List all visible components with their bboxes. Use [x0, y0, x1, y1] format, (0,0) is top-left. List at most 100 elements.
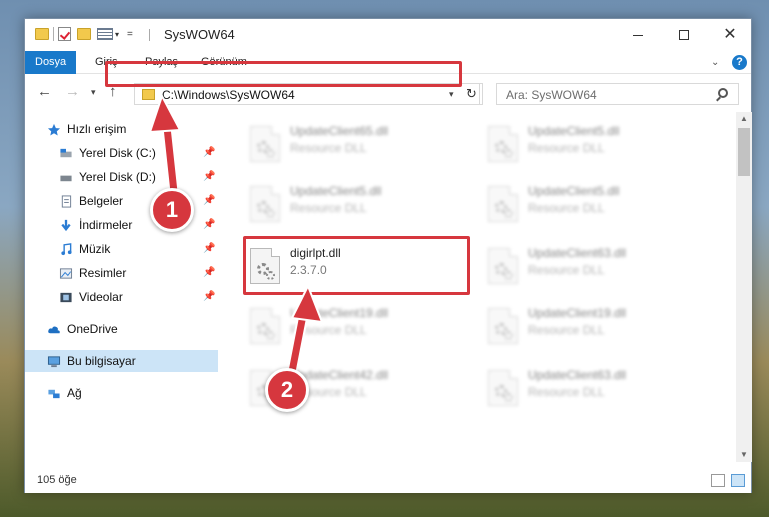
- scroll-thumb[interactable]: [738, 128, 750, 176]
- music-icon: [61, 242, 72, 255]
- file-item[interactable]: UpdateClient19.dll Resource DLL: [476, 302, 696, 354]
- sidebar-item-videos[interactable]: Videolar 📌: [25, 286, 218, 308]
- status-bar: 105 öğe: [25, 469, 751, 493]
- address-bar-highlight: [105, 61, 462, 87]
- videos-icon: [60, 292, 72, 302]
- file-item[interactable]: UpdateClient63.dll Resource DLL: [476, 242, 696, 294]
- file-name: UpdateClient5.dll: [528, 124, 620, 138]
- toolbar-divider: [53, 27, 54, 41]
- forward-arrow-icon[interactable]: →: [65, 84, 80, 99]
- pictures-icon: [59, 267, 73, 279]
- arrow-up-icon: [148, 93, 182, 198]
- file-name: UpdateClient63.dll: [528, 246, 627, 260]
- file-description: Resource DLL: [290, 201, 367, 215]
- help-icon[interactable]: ?: [732, 55, 747, 70]
- step-2-badge: 2: [265, 368, 309, 412]
- back-arrow-icon[interactable]: ←: [37, 84, 52, 99]
- file-description: Resource DLL: [290, 141, 367, 155]
- tab-file[interactable]: Dosya: [25, 51, 77, 74]
- file-item[interactable]: UpdateClient65.dll Resource DLL: [238, 120, 458, 172]
- refresh-icon[interactable]: ↻: [461, 83, 483, 105]
- toolbar-menu-icon[interactable]: =: [127, 29, 133, 40]
- pin-icon[interactable]: 📌: [203, 171, 215, 182]
- pin-icon[interactable]: 📌: [203, 195, 215, 206]
- expand-ribbon-chevron-icon[interactable]: ⌄: [711, 57, 719, 68]
- search-box[interactable]: Ara: SysWOW64: [496, 83, 739, 105]
- sidebar-item-label: Ağ: [67, 386, 82, 400]
- sidebar-item-label: Videolar: [79, 290, 123, 304]
- address-dropdown-icon[interactable]: ▾: [449, 89, 454, 100]
- file-item[interactable]: UpdateClient19.dll Resource DLL: [238, 302, 458, 354]
- pin-icon[interactable]: 📌: [203, 291, 215, 302]
- file-item[interactable]: UpdateClient63.dll Resource DLL: [476, 364, 696, 416]
- dll-file-icon: [488, 126, 518, 162]
- details-view-icon[interactable]: [711, 474, 725, 487]
- item-count: 105 öğe: [37, 474, 77, 486]
- file-description: Resource DLL: [528, 263, 605, 277]
- file-name: UpdateClient63.dll: [528, 368, 627, 382]
- new-folder-icon[interactable]: [77, 28, 91, 40]
- file-name: UpdateClient5.dll: [290, 184, 382, 198]
- sidebar-item-onedrive[interactable]: OneDrive: [25, 318, 218, 340]
- minimize-button[interactable]: [615, 19, 661, 51]
- file-name: UpdateClient65.dll: [290, 124, 389, 138]
- file-item[interactable]: UpdateClient5.dll Resource DLL: [476, 120, 696, 172]
- view-options-icon[interactable]: [97, 28, 113, 40]
- file-name: UpdateClient5.dll: [528, 184, 620, 198]
- title-bar: ▾ = SysWOW64 ✕: [25, 19, 751, 51]
- cloud-icon: [48, 325, 60, 333]
- dll-file-icon: [488, 248, 518, 284]
- minimize-icon: [633, 34, 643, 36]
- gear-icon: [504, 149, 513, 158]
- properties-check-icon[interactable]: [58, 27, 71, 41]
- drive-icon: [60, 175, 72, 181]
- gear-icon: [504, 209, 513, 218]
- file-description: Resource DLL: [528, 201, 605, 215]
- step-1-badge: 1: [150, 188, 194, 232]
- title-divider: [149, 29, 150, 41]
- close-icon: ✕: [723, 26, 737, 43]
- search-icon[interactable]: [718, 88, 728, 98]
- documents-icon: [61, 194, 72, 208]
- close-button[interactable]: ✕: [707, 19, 753, 51]
- sidebar-item-label: Bu bilgisayar: [67, 354, 136, 368]
- customize-dropdown-icon[interactable]: ▾: [115, 30, 119, 39]
- vertical-scrollbar[interactable]: ▲ ▼: [736, 112, 752, 462]
- file-item[interactable]: UpdateClient5.dll Resource DLL: [238, 180, 458, 232]
- scroll-up-icon[interactable]: ▲: [740, 114, 748, 123]
- pin-icon[interactable]: 📌: [203, 243, 215, 254]
- pin-icon[interactable]: 📌: [203, 267, 215, 278]
- sidebar-item-label: Belgeler: [79, 194, 124, 208]
- search-input[interactable]: Ara: SysWOW64: [506, 88, 597, 102]
- folder-icon[interactable]: [35, 28, 49, 40]
- maximize-button[interactable]: [661, 19, 707, 51]
- gear-icon: [504, 393, 513, 402]
- pin-icon[interactable]: 📌: [203, 219, 215, 230]
- sidebar-item-pictures[interactable]: Resimler 📌: [25, 262, 218, 284]
- sidebar-item-label: Hızlı erişim: [67, 122, 127, 136]
- drive-icon: [60, 148, 72, 157]
- file-description: Resource DLL: [528, 141, 605, 155]
- file-name: UpdateClient19.dll: [528, 306, 627, 320]
- recent-locations-chevron-icon[interactable]: ▾: [91, 88, 96, 97]
- sidebar-item-label: İndirmeler: [79, 218, 133, 232]
- network-icon: [48, 389, 60, 398]
- sidebar-item-this-pc[interactable]: Bu bilgisayar: [25, 350, 218, 372]
- sidebar-item-network[interactable]: Ağ: [25, 382, 218, 404]
- sidebar-item-label: OneDrive: [67, 322, 118, 336]
- gear-icon: [266, 149, 275, 158]
- maximize-icon: [679, 30, 689, 40]
- gear-icon: [504, 271, 513, 280]
- dll-file-icon: [488, 308, 518, 344]
- sidebar-item-music[interactable]: Müzik 📌: [25, 238, 218, 260]
- sidebar-item-label: Resimler: [79, 266, 127, 280]
- gear-icon: [266, 209, 275, 218]
- large-icons-view-icon[interactable]: [731, 474, 745, 487]
- sidebar-item-label: Müzik: [79, 242, 111, 256]
- download-icon: [61, 219, 71, 231]
- scroll-down-icon[interactable]: ▼: [740, 450, 748, 459]
- file-item[interactable]: UpdateClient5.dll Resource DLL: [476, 180, 696, 232]
- dll-file-icon: [488, 186, 518, 222]
- file-description: Resource DLL: [528, 385, 605, 399]
- pin-icon[interactable]: 📌: [203, 147, 215, 158]
